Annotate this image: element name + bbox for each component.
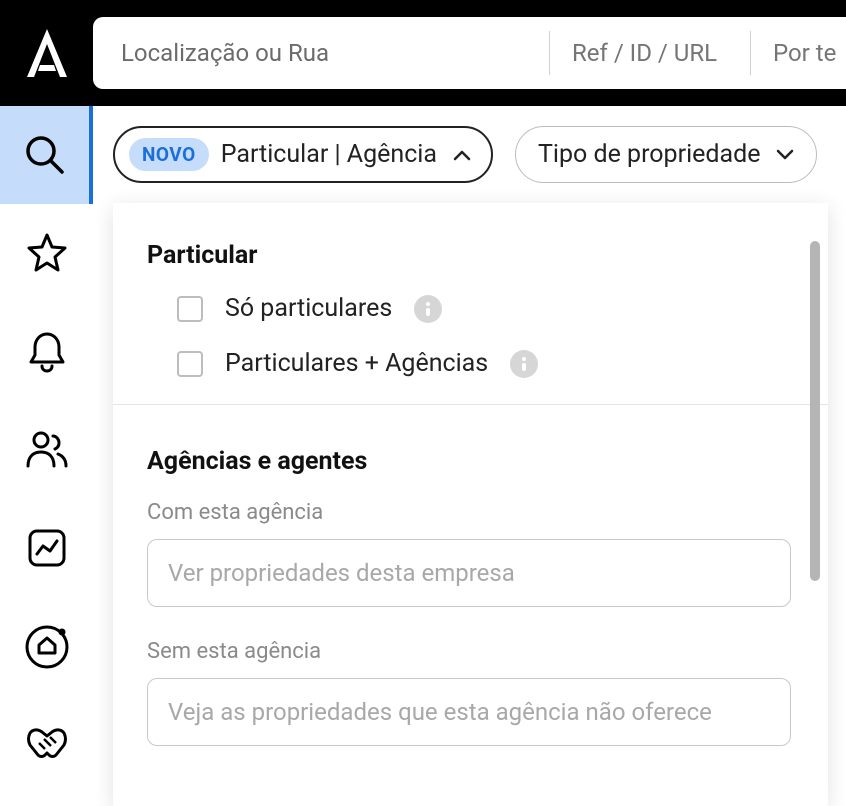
with-agency-input[interactable] — [147, 539, 791, 607]
pill-label: Particular | Agência — [221, 140, 437, 169]
info-icon[interactable] — [510, 350, 538, 378]
pill-label: Tipo de propriedade — [538, 140, 760, 169]
section-title: Particular — [147, 241, 794, 270]
field-label-without-agency: Sem esta agência — [147, 639, 794, 664]
filter-particular-agency[interactable]: NOVO Particular | Agência — [113, 126, 493, 183]
panel-section-agencies: Agências e agentes Com esta agência Sem … — [113, 447, 828, 778]
scrollbar[interactable] — [810, 241, 820, 581]
checkbox[interactable] — [177, 296, 203, 322]
section-title: Agências e agentes — [147, 447, 794, 476]
filter-pills-row: NOVO Particular | Agência Tipo de propri… — [113, 126, 846, 183]
search-bar — [93, 17, 846, 89]
without-agency-input[interactable] — [147, 678, 791, 746]
app-header — [0, 0, 846, 106]
badge-new: NOVO — [129, 138, 209, 171]
sidebar-item-alerts[interactable] — [0, 303, 93, 401]
logo[interactable] — [0, 0, 93, 106]
checkbox-label: Só particulares — [225, 294, 392, 323]
sidebar-item-analytics[interactable] — [0, 499, 93, 597]
compass-home-icon — [23, 623, 71, 671]
chart-icon — [26, 527, 68, 569]
sidebar-item-partnership[interactable] — [0, 696, 93, 794]
main-layout: NOVO Particular | Agência Tipo de propri… — [0, 106, 846, 794]
search-location-input[interactable] — [93, 17, 549, 89]
handshake-icon — [24, 725, 70, 765]
sidebar-item-search[interactable] — [0, 106, 93, 204]
logo-icon — [23, 27, 71, 79]
info-glyph-icon — [423, 301, 433, 317]
star-icon — [25, 231, 69, 275]
field-label-with-agency: Com esta agência — [147, 500, 794, 525]
filter-property-type[interactable]: Tipo de propriedade — [515, 126, 817, 183]
chevron-up-icon — [453, 149, 471, 161]
bell-icon — [27, 330, 67, 374]
search-ref-input[interactable] — [550, 17, 750, 89]
checkbox[interactable] — [177, 351, 203, 377]
checkbox-label: Particulares + Agências — [225, 349, 488, 378]
checkbox-row-only-particulars[interactable]: Só particulares — [147, 294, 794, 323]
sidebar-item-people[interactable] — [0, 401, 93, 499]
divider — [113, 404, 828, 405]
panel-section-particular: Particular Só particulares Particulares … — [113, 241, 828, 378]
content-area: NOVO Particular | Agência Tipo de propri… — [93, 106, 846, 794]
search-icon — [24, 134, 66, 176]
info-glyph-icon — [519, 356, 529, 372]
sidebar-item-favorites[interactable] — [0, 204, 93, 302]
dropdown-panel: Particular Só particulares Particulares … — [113, 203, 828, 806]
people-icon — [25, 430, 69, 470]
checkbox-row-particulars-agencies[interactable]: Particulares + Agências — [147, 349, 794, 378]
search-type-input[interactable] — [751, 17, 846, 89]
sidebar-item-compass-home[interactable] — [0, 597, 93, 695]
sidebar — [0, 106, 93, 794]
info-icon[interactable] — [414, 295, 442, 323]
chevron-down-icon — [776, 149, 794, 161]
